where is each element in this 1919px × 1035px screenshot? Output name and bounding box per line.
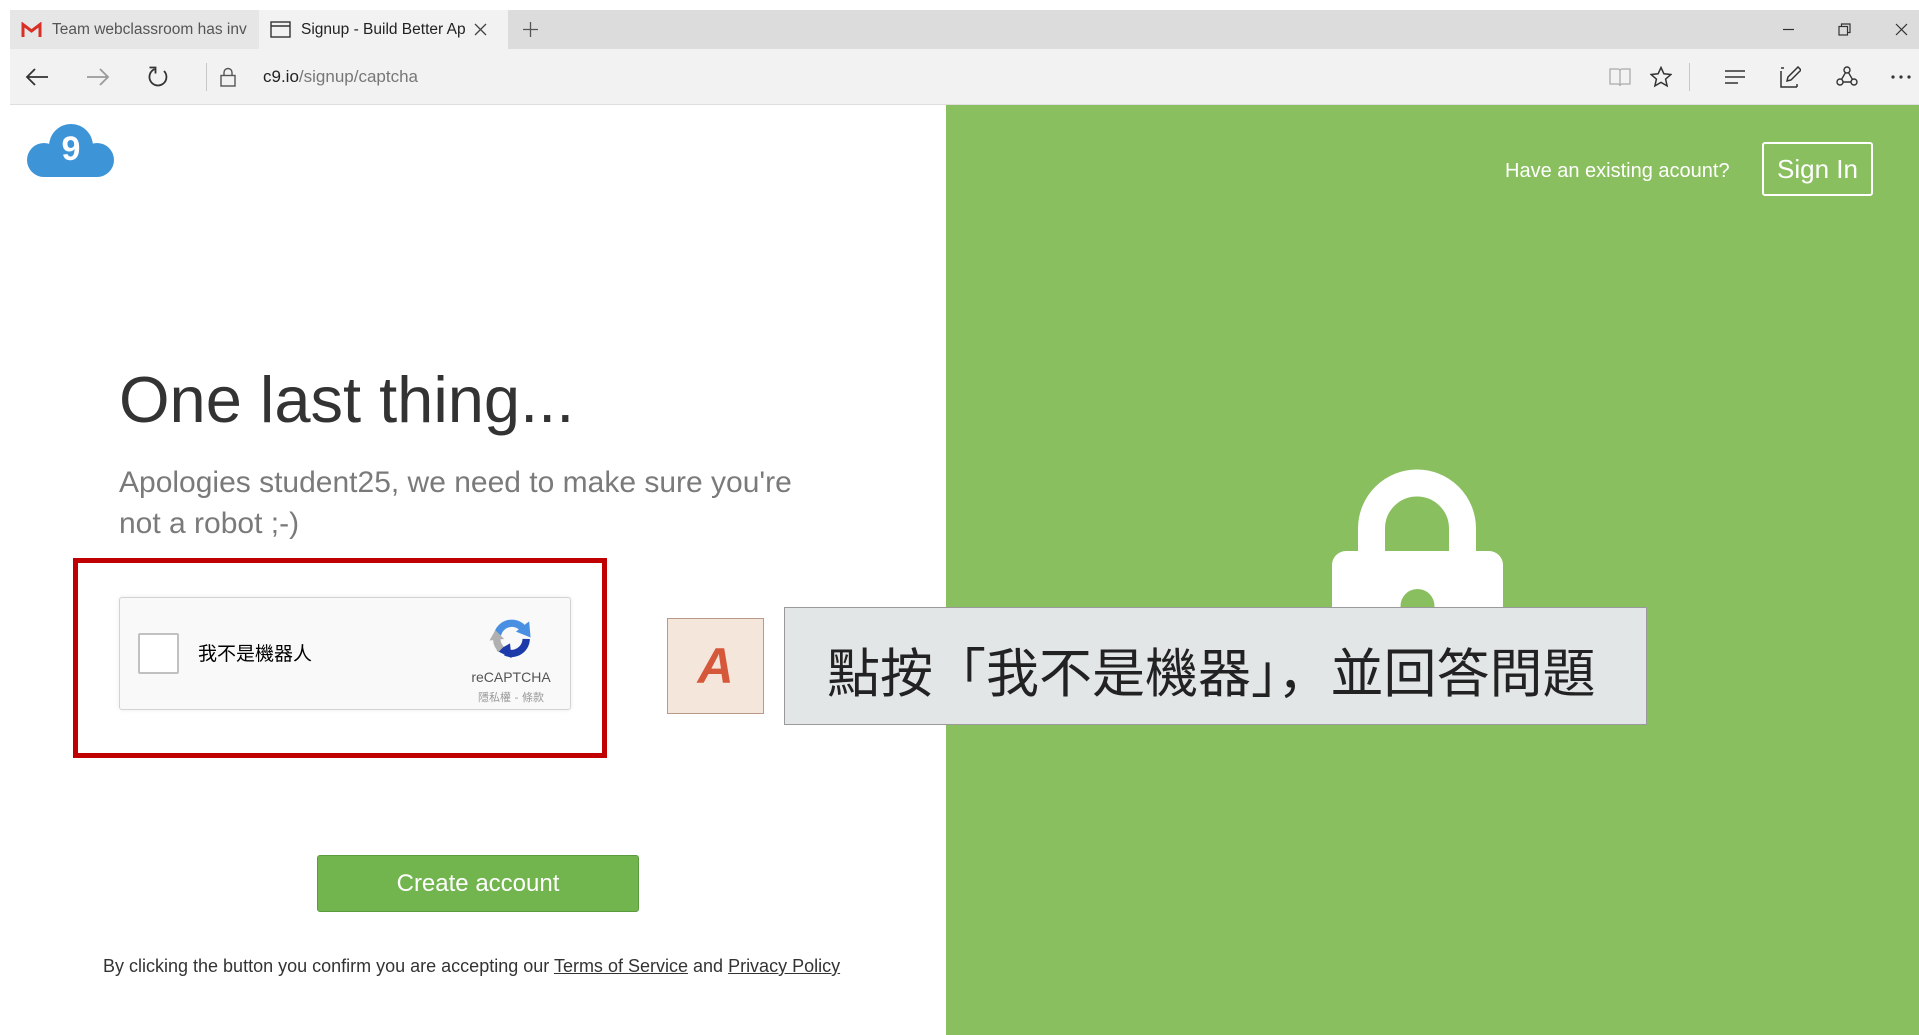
restore-icon[interactable] <box>1838 23 1851 36</box>
address-bar: c9.io/signup/captcha <box>10 49 1919 105</box>
tab-signup[interactable]: Signup - Build Better Ap <box>259 10 508 49</box>
more-icon[interactable] <box>1890 74 1912 80</box>
instruction-caption-text: 點按「我不是機器」，並回答問題 <box>827 644 1596 705</box>
hub-icon[interactable] <box>1724 69 1746 85</box>
terms-notice: By clicking the button you confirm you a… <box>103 955 840 977</box>
forward-icon[interactable] <box>86 67 110 87</box>
page-icon <box>270 21 291 38</box>
web-note-icon[interactable] <box>1779 66 1801 88</box>
url-host: c9.io <box>263 67 299 86</box>
recaptcha-icon <box>489 619 531 659</box>
privacy-policy-link[interactable]: Privacy Policy <box>728 956 840 976</box>
recaptcha-widget: 我不是機器人 reCAPTCHA 隱私權 - 條款 <box>119 597 571 710</box>
minimize-icon[interactable] <box>1782 23 1795 36</box>
share-icon[interactable] <box>1836 66 1858 88</box>
sign-in-button[interactable]: Sign In <box>1762 142 1873 196</box>
new-tab-icon[interactable] <box>522 21 539 38</box>
toolbar-divider <box>206 63 207 91</box>
recaptcha-brand: reCAPTCHA <box>471 669 551 685</box>
terms-notice-joiner: and <box>693 956 724 976</box>
tab-label: Signup - Build Better Ap <box>301 20 466 38</box>
address-field[interactable]: c9.io/signup/captcha <box>263 49 418 105</box>
refresh-icon[interactable] <box>147 66 169 88</box>
gmail-icon <box>21 21 42 37</box>
close-tab-icon[interactable] <box>474 23 487 36</box>
reading-view-icon[interactable] <box>1609 67 1631 87</box>
toolbar-divider <box>1689 63 1690 91</box>
url-path: /signup/captcha <box>298 67 419 86</box>
robot-check-message: Apologies student25, we need to make sur… <box>119 466 792 540</box>
logo-mark: 9 <box>62 130 81 168</box>
page-title: One last thing... <box>119 363 575 436</box>
back-icon[interactable] <box>25 67 49 87</box>
terms-of-service-link[interactable]: Terms of Service <box>554 956 688 976</box>
tab-bar: Team webclassroom has inv Signup - Build… <box>10 10 1919 49</box>
not-robot-checkbox[interactable] <box>138 633 179 674</box>
tab-gmail[interactable]: Team webclassroom has inv <box>10 10 259 49</box>
existing-account-prompt: Have an existing acount? <box>1505 160 1730 182</box>
tab-label: Team webclassroom has inv <box>52 20 247 38</box>
favorite-star-icon[interactable] <box>1650 66 1672 88</box>
step-marker: A <box>667 618 764 714</box>
cloud9-logo[interactable]: 9 <box>27 122 114 177</box>
close-window-icon[interactable] <box>1895 23 1908 36</box>
recaptcha-label: 我不是機器人 <box>198 643 313 665</box>
recaptcha-privacy-terms-link[interactable]: 隱私權 - 條款 <box>461 691 561 705</box>
lock-icon <box>220 67 236 87</box>
create-account-button[interactable]: Create account <box>317 855 639 912</box>
terms-notice-text: By clicking the button you confirm you a… <box>103 956 550 976</box>
instruction-caption: 點按「我不是機器」，並回答問題 <box>784 607 1647 725</box>
